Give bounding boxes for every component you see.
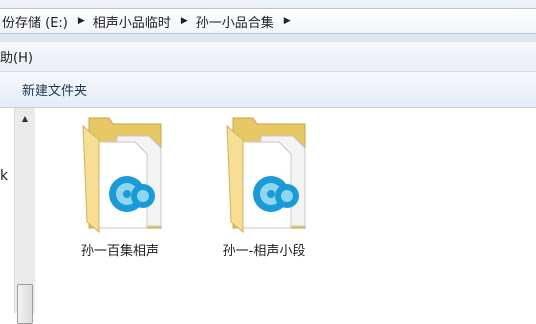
chevron-right-icon[interactable]: ▶	[72, 16, 91, 26]
menu-bar: 助(H)	[0, 42, 536, 72]
breadcrumb-label[interactable]: 份存储 (E:)	[0, 12, 72, 31]
breadcrumb-item-folder[interactable]: 相声小品临时 ▶	[91, 12, 194, 31]
folder-item[interactable]: 孙一百集相声	[45, 116, 175, 266]
nav-item-partial-label[interactable]: k	[0, 168, 8, 184]
breadcrumb-item-current[interactable]: 孙一小品合集 ▶	[194, 12, 297, 31]
file-list: 孙一百集相声 孙一-相声小段	[35, 108, 536, 313]
command-bar: 新建文件夹	[0, 72, 536, 108]
navigation-pane: k	[0, 108, 14, 313]
address-bar: 份存储 (E:) ▶ 相声小品临时 ▶ 孙一小品合集 ▶	[0, 0, 536, 42]
folder-label[interactable]: 孙一-相声小段	[189, 240, 339, 259]
menu-item-help[interactable]: 助(H)	[0, 47, 33, 66]
chevron-right-icon[interactable]: ▶	[175, 16, 194, 26]
breadcrumb-item-drive[interactable]: 份存储 (E:) ▶	[0, 12, 91, 31]
breadcrumb[interactable]: 份存储 (E:) ▶ 相声小品临时 ▶ 孙一小品合集 ▶	[0, 8, 536, 34]
chevron-right-icon[interactable]: ▶	[278, 16, 297, 26]
media-folder-icon	[226, 117, 306, 234]
breadcrumb-label[interactable]: 孙一小品合集	[194, 12, 278, 31]
breadcrumb-label[interactable]: 相声小品临时	[91, 12, 175, 31]
folder-item[interactable]: 孙一-相声小段	[189, 116, 319, 266]
media-folder-icon	[82, 117, 162, 234]
scroll-up-arrow-icon[interactable]: ▲	[18, 114, 32, 126]
scroll-thumb[interactable]	[17, 284, 33, 324]
folder-label[interactable]: 孙一百集相声	[45, 240, 195, 259]
nav-scrollbar[interactable]: ▲	[14, 108, 35, 324]
new-folder-button[interactable]: 新建文件夹	[22, 80, 87, 99]
